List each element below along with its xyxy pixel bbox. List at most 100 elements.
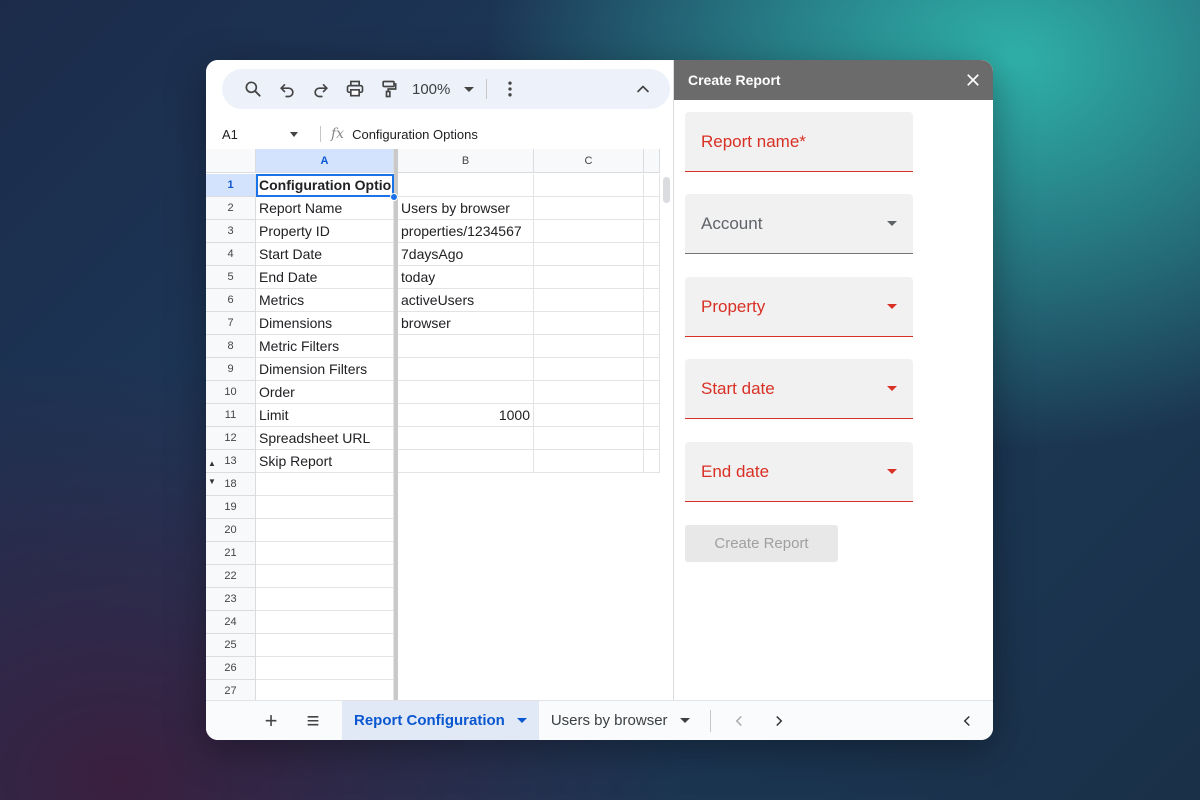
row-header[interactable]: 9 xyxy=(206,358,256,381)
cell-c-11[interactable] xyxy=(534,404,644,427)
column-header-a[interactable]: A xyxy=(256,149,394,173)
cell-d-13[interactable] xyxy=(644,450,660,473)
cell-a-21[interactable] xyxy=(256,542,394,565)
row-header[interactable]: 11 xyxy=(206,404,256,427)
cell-c-4[interactable] xyxy=(534,243,644,266)
freeze-column-handle[interactable] xyxy=(394,149,398,700)
cell-d-22[interactable] xyxy=(644,565,660,588)
row-header[interactable]: 8 xyxy=(206,335,256,358)
cell-a-25[interactable] xyxy=(256,634,394,657)
row-header[interactable]: 27 xyxy=(206,680,256,700)
fill-handle[interactable] xyxy=(390,193,398,201)
cell-d-25[interactable] xyxy=(644,634,660,657)
row-header[interactable]: 19 xyxy=(206,496,256,519)
cell-b-25[interactable] xyxy=(398,634,534,657)
cell-b-8[interactable] xyxy=(398,335,534,358)
cell-d-23[interactable] xyxy=(644,588,660,611)
cell-d-1[interactable] xyxy=(644,174,660,197)
cell-b-24[interactable] xyxy=(398,611,534,634)
cell-b-7[interactable]: browser xyxy=(398,312,534,335)
column-header-b[interactable]: B xyxy=(398,149,534,173)
cell-d-27[interactable] xyxy=(644,680,660,700)
start-date-select[interactable]: Start date xyxy=(685,359,913,419)
close-icon[interactable] xyxy=(961,68,985,92)
all-sheets-icon[interactable]: ≡ xyxy=(292,701,334,741)
formula-input[interactable]: Configuration Options xyxy=(352,127,478,142)
row-header[interactable]: 22 xyxy=(206,565,256,588)
cell-a-12[interactable]: Spreadsheet URL xyxy=(256,427,394,450)
cell-a-20[interactable] xyxy=(256,519,394,542)
cell-c-13[interactable] xyxy=(534,450,644,473)
cell-b-20[interactable] xyxy=(398,519,534,542)
cell-a-9[interactable]: Dimension Filters xyxy=(256,358,394,381)
cell-c-8[interactable] xyxy=(534,335,644,358)
vertical-scroll-thumb[interactable] xyxy=(663,177,670,203)
cell-c-7[interactable] xyxy=(534,312,644,335)
row-header[interactable]: 23 xyxy=(206,588,256,611)
row-header[interactable]: 10 xyxy=(206,381,256,404)
cell-c-19[interactable] xyxy=(534,496,644,519)
cell-d-7[interactable] xyxy=(644,312,660,335)
cell-b-9[interactable] xyxy=(398,358,534,381)
end-date-select[interactable]: End date xyxy=(685,442,913,502)
cell-a-19[interactable] xyxy=(256,496,394,519)
cell-c-27[interactable] xyxy=(534,680,644,700)
cell-a-18[interactable] xyxy=(256,473,394,496)
cell-d-4[interactable] xyxy=(644,243,660,266)
cell-c-3[interactable] xyxy=(534,220,644,243)
cell-c-21[interactable] xyxy=(534,542,644,565)
cell-a-5[interactable]: End Date xyxy=(256,266,394,289)
row-header[interactable]: 12 xyxy=(206,427,256,450)
cell-c-2[interactable] xyxy=(534,197,644,220)
add-sheet-icon[interactable]: + xyxy=(250,701,292,741)
cell-a-23[interactable] xyxy=(256,588,394,611)
search-icon[interactable] xyxy=(236,73,270,105)
cell-d-24[interactable] xyxy=(644,611,660,634)
chevron-right-icon[interactable] xyxy=(759,701,799,741)
cell-c-23[interactable] xyxy=(534,588,644,611)
row-header[interactable]: 26 xyxy=(206,657,256,680)
tab-report-configuration[interactable]: Report Configuration xyxy=(342,700,539,740)
row-header[interactable]: 24 xyxy=(206,611,256,634)
cell-d-20[interactable] xyxy=(644,519,660,542)
cell-d-12[interactable] xyxy=(644,427,660,450)
row-group-collapse-icon[interactable]: ▲ xyxy=(208,459,216,468)
account-select[interactable]: Account xyxy=(685,194,913,254)
row-header[interactable]: 5 xyxy=(206,266,256,289)
cell-b-23[interactable] xyxy=(398,588,534,611)
zoom-select[interactable]: 100% xyxy=(406,73,480,105)
cell-b-2[interactable]: Users by browser xyxy=(398,197,534,220)
redo-icon[interactable] xyxy=(304,73,338,105)
cell-b-10[interactable] xyxy=(398,381,534,404)
row-header[interactable]: 1 xyxy=(206,174,256,197)
cell-a-8[interactable]: Metric Filters xyxy=(256,335,394,358)
cell-c-24[interactable] xyxy=(534,611,644,634)
cell-b-18[interactable] xyxy=(398,473,534,496)
cell-a-26[interactable] xyxy=(256,657,394,680)
row-header[interactable]: 20 xyxy=(206,519,256,542)
cell-d-11[interactable] xyxy=(644,404,660,427)
cell-b-27[interactable] xyxy=(398,680,534,700)
cell-c-9[interactable] xyxy=(534,358,644,381)
cell-b-6[interactable]: activeUsers xyxy=(398,289,534,312)
cell-c-18[interactable] xyxy=(534,473,644,496)
name-box[interactable]: A1 xyxy=(206,127,306,142)
cell-c-1[interactable] xyxy=(534,174,644,197)
chevron-up-icon[interactable] xyxy=(626,73,660,105)
cell-b-21[interactable] xyxy=(398,542,534,565)
cell-a-27[interactable] xyxy=(256,680,394,700)
row-group-expand-icon[interactable]: ▼ xyxy=(208,477,216,486)
row-header[interactable]: 25 xyxy=(206,634,256,657)
cell-a-3[interactable]: Property ID xyxy=(256,220,394,243)
undo-icon[interactable] xyxy=(270,73,304,105)
cell-d-18[interactable] xyxy=(644,473,660,496)
cell-b-19[interactable] xyxy=(398,496,534,519)
row-header[interactable]: 3 xyxy=(206,220,256,243)
cell-c-26[interactable] xyxy=(534,657,644,680)
cell-a-13[interactable]: Skip Report xyxy=(256,450,394,473)
cell-d-2[interactable] xyxy=(644,197,660,220)
cell-b-1[interactable] xyxy=(398,174,534,197)
cell-d-3[interactable] xyxy=(644,220,660,243)
cell-a-2[interactable]: Report Name xyxy=(256,197,394,220)
column-header-d[interactable] xyxy=(644,149,660,173)
